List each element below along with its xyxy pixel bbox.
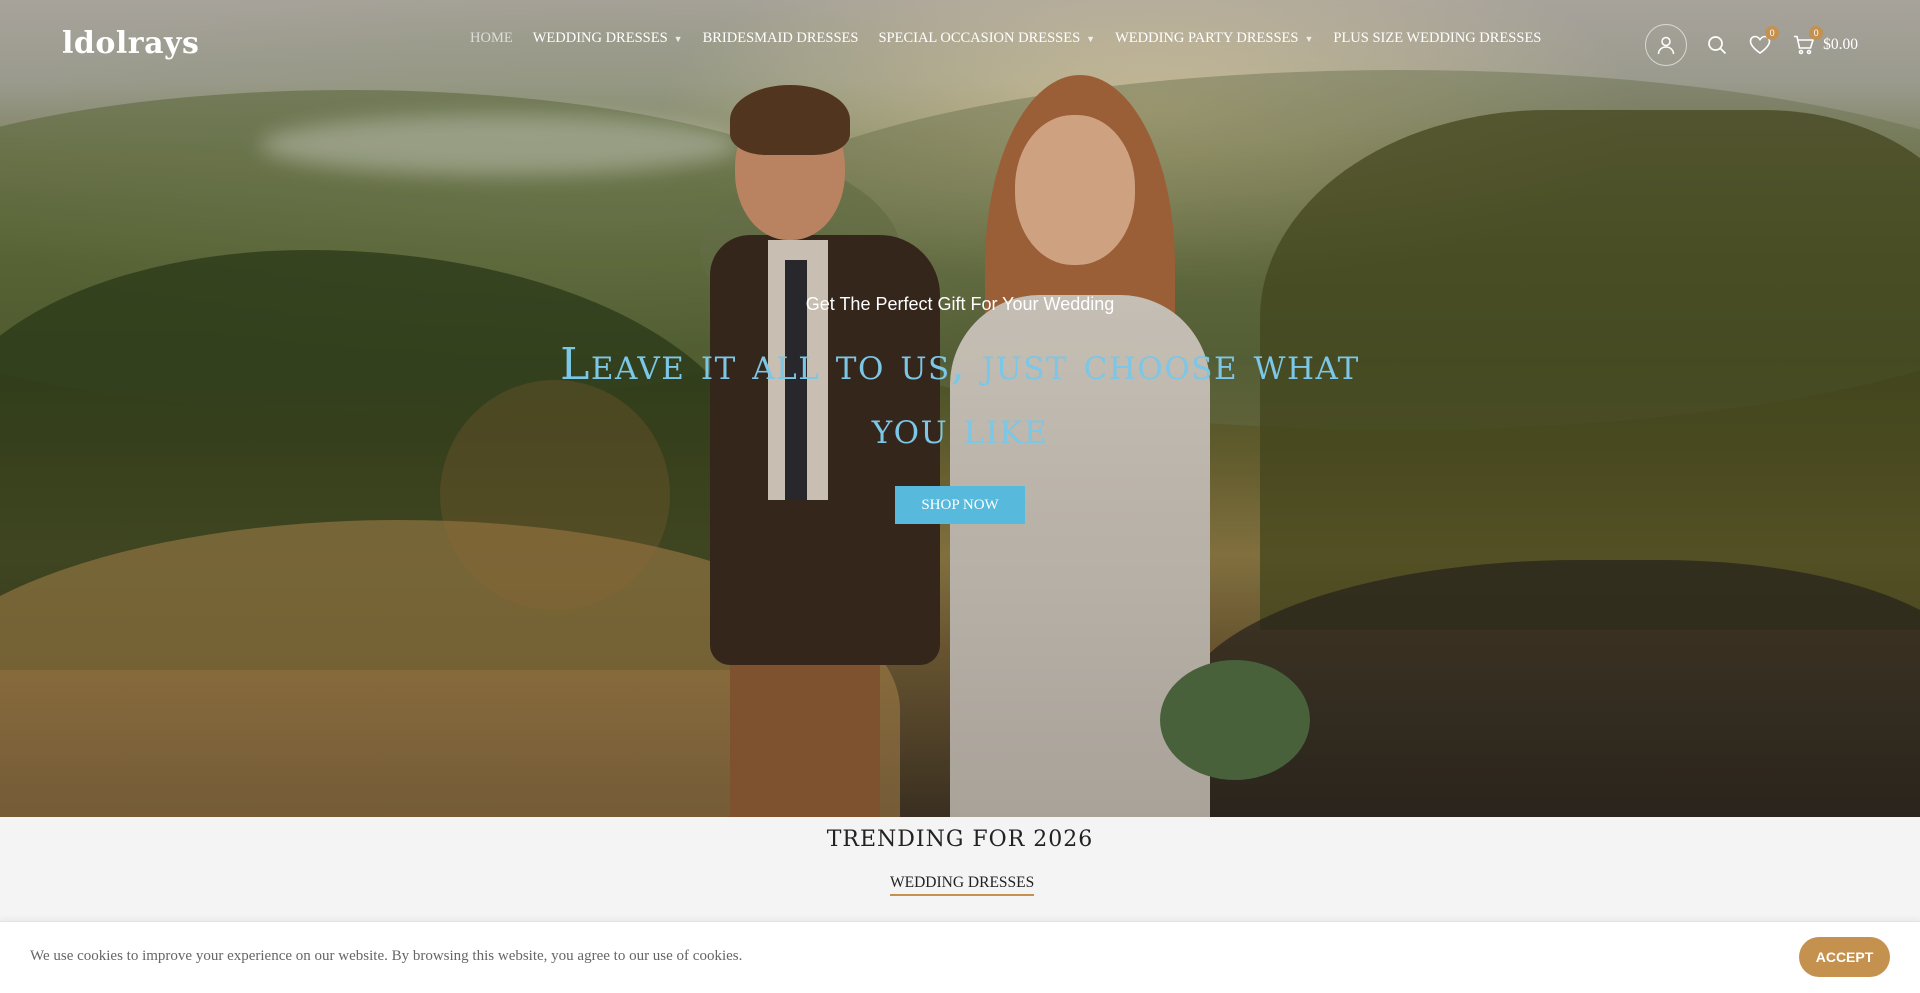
chevron-down-icon: ▼ [1304, 33, 1314, 44]
nav-item-label: HOME [470, 30, 513, 46]
section-title: TRENDING FOR 2026 [826, 827, 1094, 852]
nav-item-wedding-party-dresses[interactable]: WEDDING PARTY DRESSES ▼ [1115, 30, 1313, 47]
nav-item-special-occasion-dresses[interactable]: SPECIAL OCCASION DRESSES ▼ [878, 30, 1095, 47]
hero-title: Leave it all to us, just choose what you… [560, 339, 1360, 454]
cart-count-badge: 0 [1809, 26, 1824, 40]
cookie-bar: We use cookies to improve your experienc… [0, 921, 1920, 993]
nav-item-bridesmaid-dresses[interactable]: BRIDESMAID DRESSES [703, 30, 859, 47]
search-icon [1708, 36, 1727, 55]
cookie-notice-text: We use cookies to improve your experienc… [30, 948, 743, 964]
nav-item-label: PLUS SIZE WEDDING DRESSES [1333, 30, 1542, 46]
nav-item-label: SPECIAL OCCASION DRESSES [878, 30, 1081, 46]
account-button[interactable] [1645, 24, 1688, 66]
trending-section: TRENDING FOR 2026 WEDDING DRESSES [0, 817, 1920, 917]
user-icon [1657, 36, 1675, 55]
nav-item-label: WEDDING DRESSES [532, 30, 668, 46]
main-nav: HOME WEDDING DRESSES ▼ BRIDESMAID DRESSE… [470, 30, 1561, 47]
site-logo[interactable]: ldolrays [62, 26, 199, 61]
search-button[interactable] [1707, 35, 1727, 55]
nav-item-home[interactable]: HOME [470, 30, 513, 47]
site-header: ldolrays HOME WEDDING DRESSES ▼ BRIDESMA… [0, 0, 1920, 88]
chevron-down-icon: ▼ [1086, 33, 1096, 44]
wishlist-count-badge: 0 [1765, 26, 1780, 40]
accept-cookies-button[interactable]: ACCEPT [1799, 937, 1890, 977]
header-icons: 0 0 $0.00 [1645, 24, 1858, 66]
wishlist-button[interactable]: 0 [1749, 26, 1780, 55]
chevron-down-icon: ▼ [673, 33, 683, 44]
shop-now-button[interactable]: SHOP NOW [895, 486, 1025, 524]
nav-item-label: WEDDING PARTY DRESSES [1115, 30, 1299, 46]
tab-wedding-dresses[interactable]: WEDDING DRESSES [890, 874, 1035, 896]
cart-total: $0.00 [1823, 36, 1858, 53]
hero-subtitle: Get The Perfect Gift For Your Wedding [805, 294, 1115, 314]
nav-item-label: BRIDESMAID DRESSES [702, 30, 859, 46]
cart-button[interactable]: 0 $0.00 [1793, 26, 1858, 55]
nav-item-plus-size-wedding-dresses[interactable]: PLUS SIZE WEDDING DRESSES [1333, 30, 1541, 47]
nav-item-wedding-dresses[interactable]: WEDDING DRESSES ▼ [533, 30, 683, 47]
